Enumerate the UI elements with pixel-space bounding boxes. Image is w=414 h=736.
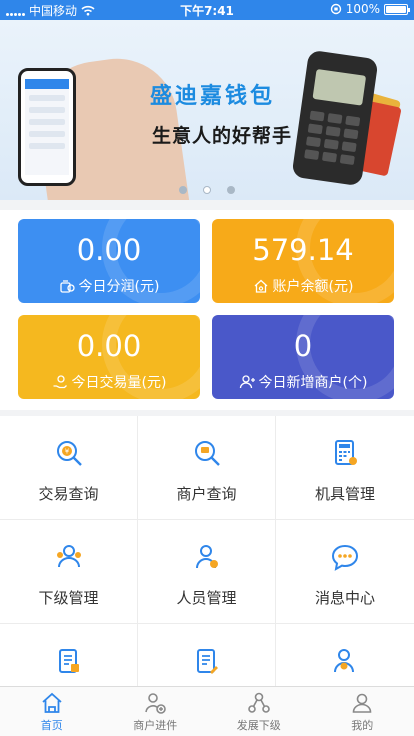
user-badge-icon (334, 649, 354, 673)
stat-label: 今日新增商户(个) (258, 375, 368, 391)
tab-label: 我的 (351, 718, 374, 732)
message-icon (331, 544, 359, 571)
phone-illustration (18, 68, 76, 186)
stat-value: 579.14 (252, 233, 354, 267)
menu-label: 下级管理 (38, 589, 99, 607)
tab-develop-subordinates[interactable]: 发展下级 (207, 687, 311, 736)
battery-percent: 100% (345, 2, 380, 16)
menu-label: 交易查询 (38, 485, 99, 503)
stat-card-volume[interactable]: 0.00 今日交易量(元) (18, 315, 200, 399)
hand-coin-icon (53, 375, 67, 389)
stat-label: 今日交易量(元) (71, 375, 167, 391)
carousel-dot[interactable] (227, 186, 235, 194)
carousel-dots (0, 186, 414, 194)
stat-card-profit[interactable]: 0.00 今日分润(元) (18, 219, 200, 303)
menu-device-management[interactable]: 机具管理 (276, 416, 414, 520)
person-icon (195, 545, 218, 569)
tab-label: 商户进件 (133, 718, 178, 732)
tab-merchant-onboarding[interactable]: 商户进件 (104, 687, 208, 736)
merchant-add-icon (145, 692, 167, 714)
user-add-icon (239, 375, 255, 389)
svg-text:¥: ¥ (64, 448, 69, 456)
tab-label: 首页 (40, 718, 63, 732)
tab-home[interactable]: 首页 (0, 687, 104, 736)
yen-search-icon: ¥ (56, 441, 82, 466)
promo-banner[interactable]: 盛迪嘉钱包 生意人的好帮手 (0, 20, 414, 200)
battery-icon (384, 3, 410, 15)
house-icon (254, 279, 267, 293)
menu-message-center[interactable]: 消息中心 (276, 520, 414, 624)
status-bar: 中国移动 下午7:41 100% (0, 0, 414, 20)
form-icon (196, 649, 218, 674)
profile-icon (352, 693, 372, 713)
tab-label: 发展下级 (236, 718, 281, 732)
feature-grid: ¥ 交易查询 商户查询 机具管理 下级管理 人员管理 消息中心 (0, 416, 414, 728)
carousel-dot-active[interactable] (203, 186, 211, 194)
stat-label: 今日分润(元) (78, 279, 160, 295)
document-icon (58, 649, 79, 673)
menu-subordinate-management[interactable]: 下级管理 (0, 520, 138, 624)
calculator-icon (335, 440, 357, 465)
stats-panel: 0.00 今日分润(元) 579.14 账户余额(元) 0.00 今日交易量(元… (0, 210, 414, 410)
menu-label: 消息中心 (314, 589, 375, 607)
menu-transaction-query[interactable]: ¥ 交易查询 (0, 416, 138, 520)
orientation-lock-icon (330, 3, 341, 15)
stat-card-new-merchants[interactable]: 0 今日新增商户(个) (212, 315, 394, 399)
menu-label: 人员管理 (176, 589, 237, 607)
banner-subtitle: 生意人的好帮手 (152, 125, 293, 147)
carousel-dot[interactable] (179, 186, 187, 194)
bottom-tab-bar: 首页 商户进件 发展下级 我的 (0, 686, 414, 736)
home-icon (42, 692, 62, 713)
menu-label: 机具管理 (314, 485, 375, 503)
stat-value: 0 (293, 329, 313, 363)
stat-label: 账户余额(元) (272, 279, 354, 295)
stat-card-balance[interactable]: 579.14 账户余额(元) (212, 219, 394, 303)
network-icon (247, 692, 270, 713)
menu-merchant-query[interactable]: 商户查询 (138, 416, 276, 520)
team-icon (56, 545, 81, 568)
shop-search-icon (194, 441, 220, 466)
menu-label: 商户查询 (176, 485, 237, 503)
tab-me[interactable]: 我的 (311, 687, 414, 736)
stat-value: 0.00 (76, 233, 142, 267)
money-bag-icon (59, 280, 75, 293)
banner-title: 盛迪嘉钱包 (150, 84, 276, 109)
status-right: 100% (330, 2, 410, 16)
stat-value: 0.00 (76, 329, 142, 363)
menu-staff-management[interactable]: 人员管理 (138, 520, 276, 624)
